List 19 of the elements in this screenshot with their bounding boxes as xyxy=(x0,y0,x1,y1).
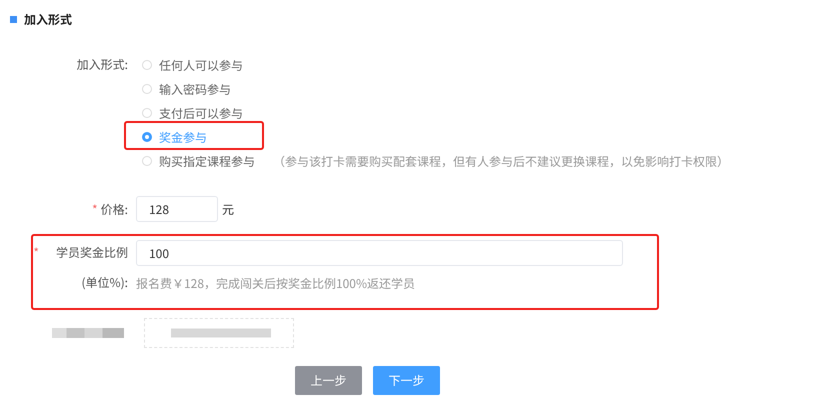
radio-label[interactable]: 输入密码参与 xyxy=(159,80,232,98)
field-label: 学员奖金比例(单位%): xyxy=(54,243,128,293)
price-field[interactable]: 128 xyxy=(136,196,218,222)
blurred-label xyxy=(52,328,124,338)
radio-label[interactable]: 支付后可以参与 xyxy=(159,104,244,122)
hint-text: 报名费￥128，完成闯关后按奖金比例100%返还学员 xyxy=(136,276,416,292)
section-title: 加入形式 xyxy=(24,10,72,28)
field-label: 加入形式: xyxy=(76,56,129,75)
ratio-field[interactable]: 100 xyxy=(136,240,623,266)
required-mark: * xyxy=(33,243,39,263)
field-label: 价格: xyxy=(100,200,128,218)
back-button[interactable]: 上一步 xyxy=(295,366,362,395)
radio-label[interactable]: 购买指定课程参与 xyxy=(159,152,256,170)
unit-label: 元 xyxy=(222,200,234,218)
option-note: （参与该打卡需要购买配套课程，但有人参与后不建议更换课程，以免影响打卡权限） xyxy=(273,152,730,170)
section-marker-icon xyxy=(10,16,17,22)
radio-button[interactable] xyxy=(142,132,152,142)
required-mark: * xyxy=(92,200,98,218)
radio-label[interactable]: 任何人可以参与 xyxy=(159,56,244,74)
